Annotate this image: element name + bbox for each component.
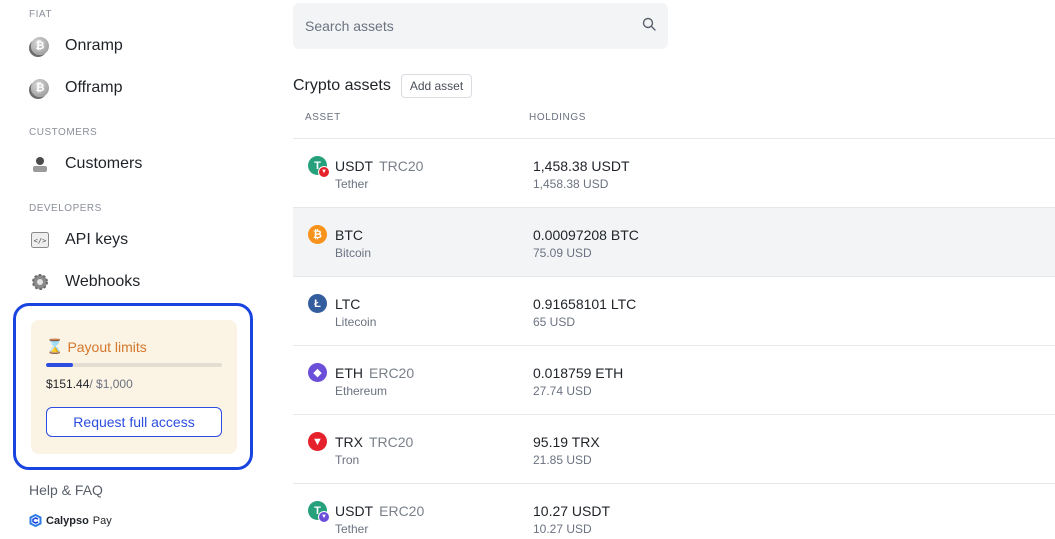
section-label-customers: CUSTOMERS [29,127,98,138]
holding-usd: 75.09 USD [533,246,592,260]
asset-network: ERC20 [379,503,425,519]
column-header-asset[interactable]: ASSET [305,112,341,123]
asset-name: Tether [335,522,369,536]
holding-usd: 10.27 USD [533,522,592,536]
table-row[interactable]: ▼ TRX TRC20 Tron 95.19 TRX 21.85 USD [293,415,1055,484]
asset-symbol: BTC [335,227,363,243]
section-label-fiat: FIAT [29,9,52,20]
nav-item-onramp[interactable]: ₿ Onramp [29,32,123,60]
trx-token-icon: ▼ [308,432,327,451]
column-header-holdings[interactable]: HOLDINGS [529,112,586,123]
holding-amount: 1,458.38 USDT [533,158,630,174]
asset-symbol: ETH ERC20 [335,365,415,381]
asset-symbol: LTC [335,296,361,312]
section-label-developers: DEVELOPERS [29,203,102,214]
asset-name: Tether [335,177,369,191]
payout-limits-card: ⌛ Payout limits $151.44/ $1,000 Request … [31,320,237,454]
nav-item-label: Offramp [65,79,123,96]
nav-item-api-keys[interactable]: </> API keys [29,226,128,254]
holding-usd: 21.85 USD [533,453,592,467]
asset-symbol: USDT TRC20 [335,158,424,174]
code-icon: </> [29,229,51,251]
asset-name: Tron [335,453,360,467]
help-faq-link[interactable]: Help & FAQ [29,482,103,498]
eth-token-icon: ◆ [308,363,327,382]
holding-amount: 0.018759 ETH [533,365,624,381]
user-icon [29,153,51,175]
btc-token-icon: ₿ [308,225,327,244]
calypso-logo-icon [29,514,42,527]
nav-item-customers[interactable]: Customers [29,150,142,178]
hourglass-icon: ⌛ [46,338,64,354]
payout-progress-fill [46,363,73,367]
search-icon[interactable] [642,17,656,36]
holding-usd: 1,458.38 USD [533,177,609,191]
holding-usd: 27.74 USD [533,384,592,398]
search-bar[interactable] [293,3,668,49]
table-row[interactable]: Ł LTC Litecoin 0.91658101 LTC 65 USD [293,277,1055,346]
bitcoin-coin-icon: ₿ [29,35,51,57]
holding-usd: 65 USD [533,315,576,329]
holding-amount: 0.91658101 LTC [533,296,637,312]
holding-amount: 10.27 USDT [533,503,611,519]
table-row[interactable]: ◆ ETH ERC20 Ethereum 0.018759 ETH 27.74 USD [293,346,1055,415]
assets-header: Crypto assets Add asset [293,74,473,98]
nav-item-label: Customers [65,155,143,172]
add-asset-button[interactable]: Add asset [400,74,473,98]
holding-amount: 95.19 TRX [533,434,600,450]
table-row[interactable]: ₿ BTC Bitcoin 0.00097208 BTC 75.09 USD [293,208,1055,277]
payout-limits-amount: $151.44/ $1,000 [46,377,133,391]
asset-symbol: USDT ERC20 [335,503,425,519]
nav-item-label: Webhooks [65,273,141,290]
nav-item-label: Onramp [65,37,123,54]
network-badge-icon: ▼ [318,166,330,178]
payout-limits-highlight: ⌛ Payout limits $151.44/ $1,000 Request … [13,303,253,470]
gear-icon [29,271,51,293]
sidebar: FIAT ₿ Onramp ₿ Offramp CUSTOMERS Custom… [0,0,265,539]
assets-title: Crypto assets [293,77,391,94]
table-row[interactable]: T ▼ USDT ERC20 Tether 10.27 USDT 10.27 USD [293,484,1055,539]
payout-progress-bar [46,363,222,367]
brand-logo: Calypso Pay [29,514,112,527]
nav-item-webhooks[interactable]: Webhooks [29,268,140,296]
asset-network: TRC20 [369,434,414,450]
asset-network: ERC20 [369,365,415,381]
network-badge-icon: ▼ [318,511,330,523]
asset-symbol: TRX TRC20 [335,434,414,450]
ltc-token-icon: Ł [308,294,327,313]
nav-item-offramp[interactable]: ₿ Offramp [29,74,123,102]
asset-name: Bitcoin [335,246,372,260]
payout-limits-title: ⌛ Payout limits [46,338,147,355]
bitcoin-coin-icon: ₿ [29,77,51,99]
nav-item-label: API keys [65,231,129,248]
search-input[interactable] [305,18,605,34]
svg-text:</>: </> [34,237,47,245]
asset-name: Litecoin [335,315,377,329]
table-row[interactable]: T ▼ USDT TRC20 Tether 1,458.38 USDT 1,458.38 U… [293,139,1055,208]
holding-amount: 0.00097208 BTC [533,227,639,243]
request-full-access-button[interactable]: Request full access [46,407,222,437]
asset-name: Ethereum [335,384,388,398]
asset-network: TRC20 [379,158,424,174]
